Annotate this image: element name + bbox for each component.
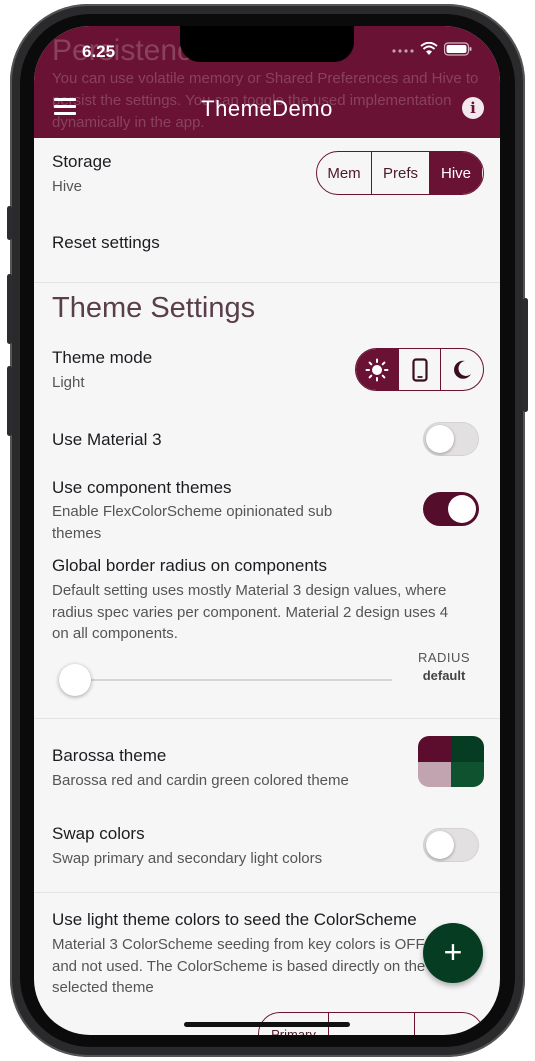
home-indicator (184, 1022, 350, 1027)
swatch-primary-container (418, 762, 451, 787)
material3-title: Use Material 3 (52, 430, 162, 449)
storage-value: Hive (52, 178, 83, 195)
theme-mode-toggle (355, 348, 484, 391)
radius-value: default (422, 668, 466, 683)
phone-power-button (523, 298, 528, 412)
radius-title: Global border radius on components (52, 556, 327, 575)
swatch-secondary (451, 736, 484, 762)
divider (34, 718, 500, 719)
radius-subtitle: Default setting uses mostly Material 3 d… (52, 582, 449, 642)
phone-silent-switch (7, 206, 12, 240)
add-fab-button[interactable]: + (423, 923, 483, 983)
switch-knob (448, 495, 476, 523)
component-themes-switch[interactable] (423, 492, 479, 526)
divider (34, 282, 500, 283)
moon-icon (453, 360, 471, 379)
component-themes-subtitle: Enable FlexColorScheme opinionated sub t… (52, 503, 333, 542)
storage-title: Storage (52, 152, 112, 171)
storage-option-hive[interactable]: Hive (430, 152, 482, 194)
seed-title: Use light theme colors to seed the Color… (52, 910, 417, 929)
radius-label: RADIUS (417, 650, 471, 665)
wifi-icon (420, 42, 438, 55)
status-icons (392, 42, 472, 56)
swatch-secondary-container (451, 762, 484, 787)
app-bar: Persistence You can use volatile memory … (34, 26, 500, 138)
seed-subtitle: Material 3 ColorScheme seeding from key … (52, 936, 426, 996)
storage-option-prefs[interactable]: Prefs (372, 152, 430, 194)
app-title: ThemeDemo (201, 96, 333, 121)
switch-knob (426, 831, 454, 859)
status-time: 6.25 (82, 42, 116, 61)
sun-icon (365, 358, 389, 381)
seed-option-tertiary[interactable] (415, 1013, 483, 1035)
component-themes-title: Use component themes (52, 478, 232, 497)
section-title: Theme Settings (52, 292, 256, 324)
info-icon[interactable]: i (462, 97, 484, 119)
phone-volume-up (7, 274, 12, 344)
barossa-subtitle: Barossa red and cardin green colored the… (52, 772, 349, 789)
theme-dark-option[interactable] (441, 349, 482, 390)
theme-mode-title: Theme mode (52, 348, 153, 367)
theme-mode-value: Light (52, 374, 85, 391)
phone-volume-down (7, 366, 12, 436)
storage-toggle: Mem Prefs Hive (316, 151, 484, 195)
divider (34, 892, 500, 893)
theme-system-option[interactable] (399, 349, 441, 390)
notch (180, 26, 354, 62)
swap-colors-subtitle: Swap primary and secondary light colors (52, 850, 323, 867)
radius-slider-thumb[interactable] (59, 664, 91, 696)
switch-knob (426, 425, 454, 453)
swatch-primary (418, 736, 451, 762)
barossa-title: Barossa theme (52, 746, 167, 765)
reset-settings-button[interactable]: Reset settings (52, 233, 160, 253)
theme-light-option[interactable] (356, 349, 399, 390)
swap-colors-title: Swap colors (52, 824, 145, 843)
material3-switch[interactable] (423, 422, 479, 456)
swap-colors-switch[interactable] (423, 828, 479, 862)
storage-option-mem[interactable]: Mem (317, 152, 372, 194)
battery-icon (444, 42, 472, 56)
screen: Persistence You can use volatile memory … (34, 26, 500, 1035)
signal-icon (392, 49, 414, 53)
radius-slider-track[interactable] (74, 679, 392, 681)
theme-color-swatch[interactable] (418, 736, 484, 787)
phone-icon (411, 357, 428, 382)
